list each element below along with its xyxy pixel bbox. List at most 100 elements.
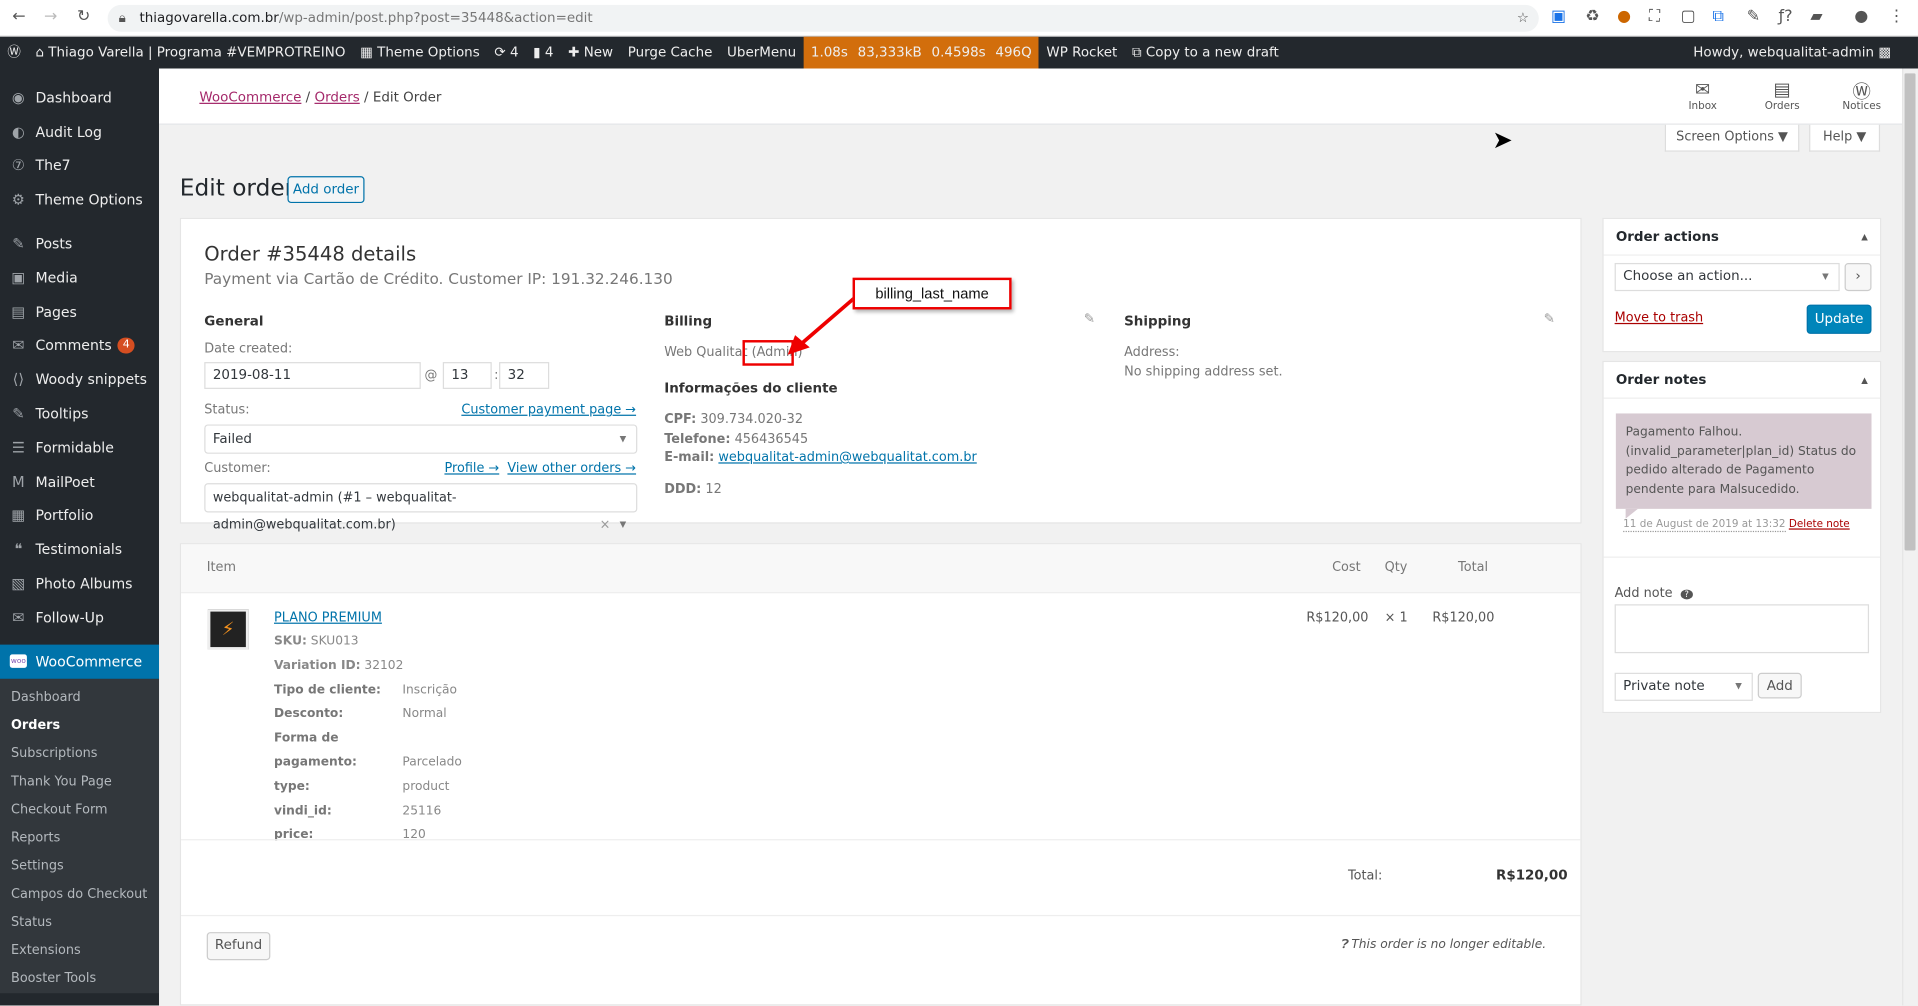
back-icon[interactable]: ← <box>12 7 25 25</box>
product-thumbnail[interactable]: ⚡ PLANO PREMIUM <box>207 604 249 650</box>
howdy-user-menu[interactable]: Howdy, webqualitat-admin ▩ <box>1693 37 1891 69</box>
updates-count: 4 <box>509 44 519 60</box>
minute-input[interactable]: 32 <box>499 362 550 389</box>
submenu-item-dashboard[interactable]: Dashboard <box>0 683 159 711</box>
submenu-item-booster-tools[interactable]: Booster Tools <box>0 965 159 993</box>
sidebar-item-dashboard[interactable]: ◉ Dashboard <box>0 81 159 115</box>
delete-note-link[interactable]: Delete note <box>1789 519 1850 531</box>
submenu-item-status[interactable]: Status <box>0 909 159 937</box>
new-link[interactable]: ✚ New <box>561 37 621 69</box>
extension-icon[interactable]: ▣ <box>1551 7 1566 25</box>
star-icon[interactable]: ☆ <box>1517 5 1529 32</box>
extension-icon[interactable]: ▰ <box>1810 7 1822 25</box>
extension-icon[interactable]: ♻ <box>1585 7 1599 25</box>
help-tip-icon[interactable]: ? <box>1680 589 1693 600</box>
reload-icon[interactable]: ↻ <box>77 7 90 25</box>
apply-action-button[interactable]: › <box>1844 262 1872 292</box>
sidebar-item-tooltips[interactable]: ✎ Tooltips <box>0 397 159 431</box>
variation-label: Variation ID: <box>273 659 361 673</box>
sidebar-item-woocommerce[interactable]: woo WooCommerce <box>0 644 160 679</box>
add-note-button[interactable]: Add <box>1757 672 1802 699</box>
sidebar-item-portfolio[interactable]: ▦ Portfolio <box>0 499 159 533</box>
wordpress-logo-icon[interactable]: Ⓦ <box>0 37 28 69</box>
order-actions-heading[interactable]: Order actions <box>1603 219 1881 256</box>
forward-icon[interactable]: → <box>44 7 57 25</box>
not-editable-text: This order is no longer editable. <box>1351 938 1547 952</box>
sidebar-item-testimonials[interactable]: ❝ Testimonials <box>0 533 159 567</box>
customer-payment-page-link[interactable]: Customer payment page → <box>461 402 636 417</box>
email-link[interactable]: webqualitat-admin@webqualitat.com.br <box>718 450 976 465</box>
customer-select[interactable]: webqualitat-admin (#1 – webqualitat-admi… <box>204 483 638 538</box>
notices-button[interactable]: Ⓦ Notices <box>1837 78 1886 113</box>
submenu-item-extensions[interactable]: Extensions <box>0 937 159 965</box>
refund-button[interactable]: Refund <box>206 932 271 961</box>
items-header: Item Cost Qty Total <box>181 544 1581 594</box>
add-note-textarea[interactable] <box>1614 604 1870 654</box>
sidebar-item-mailpoet[interactable]: M MailPoet <box>0 465 159 499</box>
meta-value: Inscrição <box>402 683 458 697</box>
sidebar-item-woody-snippets[interactable]: ⟨⟩ Woody snippets <box>0 363 159 397</box>
sidebar-item-media[interactable]: ▣ Media <box>0 261 159 295</box>
sidebar-item-the7[interactable]: ⑦ The7 <box>0 149 159 183</box>
theme-options-link[interactable]: ▦ Theme Options <box>353 37 487 69</box>
breadcrumb-orders[interactable]: Orders <box>314 89 359 105</box>
extension-icon[interactable]: ⧉ <box>1712 7 1723 25</box>
submenu-item-subscriptions[interactable]: Subscriptions <box>0 740 159 768</box>
submenu-item-campos-do-checkout[interactable]: Campos do Checkout <box>0 880 159 908</box>
edit-shipping-pencil-icon[interactable]: ✎ <box>1544 311 1555 327</box>
query-monitor-stats[interactable]: 1.08s 83,333kB 0.4598s 496Q <box>803 36 1040 69</box>
profile-link[interactable]: Profile → <box>444 461 499 476</box>
product-link[interactable]: PLANO PREMIUM <box>274 610 382 625</box>
updates-link[interactable]: ⟳ 4 <box>487 37 526 69</box>
extension-icon[interactable]: ƒ? <box>1779 7 1793 25</box>
hour-input[interactable]: 13 <box>442 362 492 389</box>
move-to-trash-link[interactable]: Move to trash <box>1615 311 1704 326</box>
profile-icon[interactable]: ● <box>1854 7 1868 25</box>
ubermenu-link[interactable]: UberMenu <box>720 37 804 69</box>
orders-button[interactable]: ▤ Orders <box>1758 78 1807 112</box>
email-label: E-mail: <box>664 450 715 465</box>
comments-link[interactable]: ▮ 4 <box>526 37 561 69</box>
copy-draft-link[interactable]: ⧉ Copy to a new draft <box>1125 37 1286 69</box>
clear-customer-icon[interactable]: × <box>600 511 611 538</box>
site-name-link[interactable]: ⌂ Thiago Varella | Programa #VEMPROTREIN… <box>28 37 353 69</box>
address-bar[interactable]: thiagovarella.com.br/wp-admin/post.php?p… <box>107 4 1539 32</box>
submenu-item-settings[interactable]: Settings <box>0 852 159 880</box>
breadcrumb-woocommerce[interactable]: WooCommerce <box>199 89 301 105</box>
screen-options-tab[interactable]: Screen Options ▼ <box>1664 124 1800 152</box>
order-note: Pagamento Falhou. (invalid_parameter|pla… <box>1615 413 1872 509</box>
sidebar-item-photo-albums[interactable]: ▧ Photo Albums <box>0 567 159 601</box>
extension-icon[interactable]: ▢ <box>1681 7 1696 25</box>
sidebar-item-pages[interactable]: ▤ Pages <box>0 295 159 329</box>
sidebar-item-audit-log[interactable]: ◐ Audit Log <box>0 115 159 149</box>
order-notes-heading[interactable]: Order notes <box>1603 362 1881 399</box>
order-action-select[interactable]: Choose an action... <box>1614 262 1840 292</box>
date-created-input[interactable]: 2019-08-11 <box>204 362 421 389</box>
sidebar-item-comments[interactable]: ✉ Comments 4 <box>0 329 159 363</box>
add-order-button[interactable]: Add order <box>287 176 365 204</box>
sidebar-item-theme-options[interactable]: ⚙ Theme Options <box>0 183 159 217</box>
sidebar-item-posts[interactable]: ✎ Posts <box>0 227 159 261</box>
inbox-button[interactable]: ✉ Inbox <box>1678 78 1727 112</box>
submenu-item-orders[interactable]: Orders <box>0 712 159 740</box>
submenu-item-checkout-form[interactable]: Checkout Form <box>0 796 159 824</box>
sidebar-item-formidable[interactable]: ☰ Formidable <box>0 431 159 465</box>
sidebar-item-label: Dashboard <box>35 89 112 107</box>
col-item: Item <box>206 560 236 575</box>
submenu-item-thank-you-page[interactable]: Thank You Page <box>0 768 159 796</box>
purge-cache-link[interactable]: Purge Cache <box>620 37 719 69</box>
extension-icon[interactable]: ⛶ <box>1649 7 1660 25</box>
status-select[interactable]: Failed <box>204 424 638 454</box>
update-button[interactable]: Update <box>1806 304 1872 334</box>
view-other-orders-link[interactable]: View other orders → <box>507 461 636 476</box>
note-type-select[interactable]: Private note <box>1614 672 1753 701</box>
menu-icon[interactable]: ⋮ <box>1889 7 1905 25</box>
edit-billing-pencil-icon[interactable]: ✎ <box>1084 311 1095 327</box>
submenu-item-reports[interactable]: Reports <box>0 824 159 852</box>
sidebar-item-follow-up[interactable]: ✉ Follow-Up <box>0 601 159 635</box>
scrollbar-thumb[interactable] <box>1904 73 1916 551</box>
help-tab[interactable]: Help ▼ <box>1809 124 1881 152</box>
wp-rocket-link[interactable]: WP Rocket <box>1039 37 1125 69</box>
extension-icon[interactable]: ✎ <box>1747 7 1760 25</box>
extension-icon[interactable]: ● <box>1617 7 1631 25</box>
